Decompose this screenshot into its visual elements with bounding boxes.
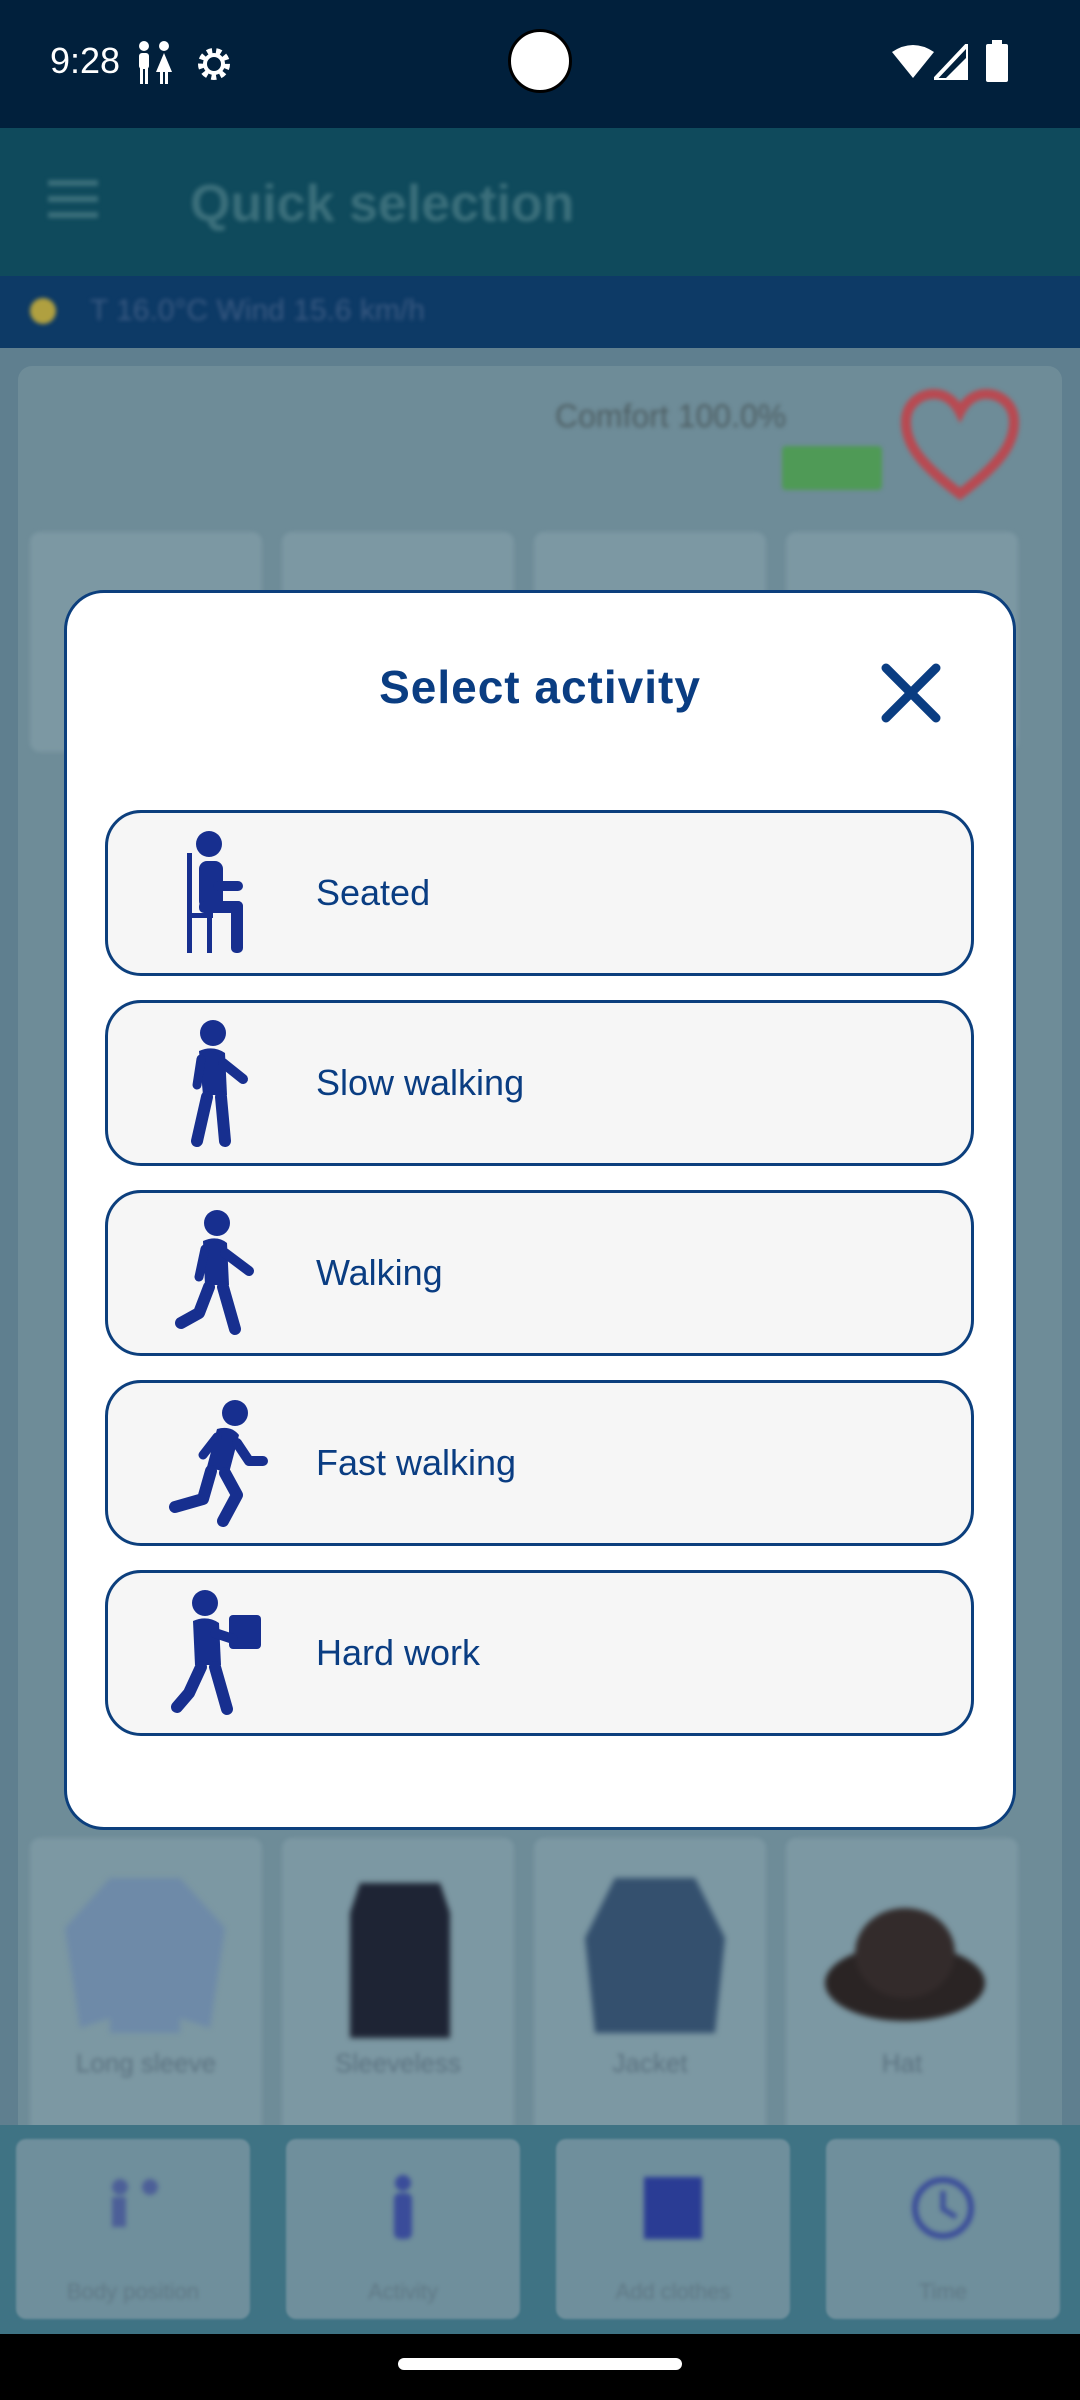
activity-option-walking[interactable]: Walking [105, 1190, 974, 1356]
garment-label: Sleeveless [335, 2048, 461, 2078]
hat-icon [825, 1908, 985, 2021]
activity-option-slow-walking[interactable]: Slow walking [105, 1000, 974, 1166]
body-position-icon [112, 2179, 158, 2227]
app-bar-title: Quick selection [190, 175, 575, 233]
close-button[interactable] [878, 660, 944, 726]
people-icon [139, 41, 172, 84]
battery-icon [986, 40, 1008, 82]
close-x-icon [881, 663, 941, 723]
status-bar: 9:28 [0, 0, 1080, 128]
signal-icon [934, 44, 968, 80]
activity-icon [394, 2175, 412, 2239]
camera-cutout [508, 29, 572, 93]
carrying-box-person-icon [171, 1590, 261, 1715]
nav-label: Body position [66, 2279, 200, 2304]
add-clothes-icon [644, 2177, 702, 2239]
activity-option-label: Slow walking [316, 1062, 525, 1103]
nav-label: Add clothes [615, 2279, 731, 2304]
home-gesture-handle[interactable] [398, 2358, 682, 2370]
comfort-text: Comfort 100.0% [555, 398, 787, 434]
comfort-badge [782, 446, 882, 490]
jacket-icon [585, 1878, 725, 2033]
wifi-icon [892, 45, 934, 78]
walking-person-icon [175, 1210, 254, 1335]
nav-tile-body-position: Body position [16, 2139, 250, 2319]
activity-option-fast-walking[interactable]: Fast walking [105, 1380, 974, 1546]
activity-option-label: Seated [316, 872, 431, 913]
weather-info-strip: T 16.0°C Wind 15.6 km/h [0, 276, 1080, 348]
activity-option-label: Hard work [316, 1632, 481, 1673]
activity-option-label: Walking [316, 1252, 443, 1293]
nav-tile-time: Time [826, 2139, 1060, 2319]
garment-label: Hat [881, 2048, 923, 2078]
nav-label: Time [918, 2279, 968, 2304]
activity-option-hard-work[interactable]: Hard work [105, 1570, 974, 1736]
status-time: 9:28 [50, 40, 121, 81]
activity-option-seated[interactable]: Seated [105, 810, 974, 976]
sleeveless-top-icon [350, 1883, 450, 2038]
weather-info-text: T 16.0°C Wind 15.6 km/h [90, 294, 425, 327]
sun-icon [30, 298, 56, 324]
seated-person-icon [187, 831, 243, 953]
hamburger-menu-icon [48, 180, 98, 220]
clock-icon [912, 2177, 974, 2239]
nav-tile-activity: Activity [286, 2139, 520, 2319]
fast-walking-person-icon [169, 1400, 268, 1527]
slow-walking-person-icon [191, 1020, 248, 1147]
app-bar: Quick selection [0, 128, 1080, 276]
nav-label: Activity [368, 2279, 438, 2304]
garment-label: Jacket [612, 2048, 688, 2078]
heart-icon [900, 388, 1020, 501]
activity-option-label: Fast walking [316, 1442, 517, 1483]
nav-tile-add-clothes: Add clothes [556, 2139, 790, 2319]
long-sleeve-shirt-icon [65, 1878, 225, 2033]
screen: 9:28 Quick selection T 16.0°C Wind 15.6 … [0, 0, 1080, 2400]
system-navigation-bar [0, 2334, 1080, 2400]
settings-gear-icon [198, 48, 230, 80]
bottom-navigation: Body position Activity Add clothes Time [0, 2125, 1080, 2335]
garment-label: Long sleeve [75, 2048, 217, 2078]
